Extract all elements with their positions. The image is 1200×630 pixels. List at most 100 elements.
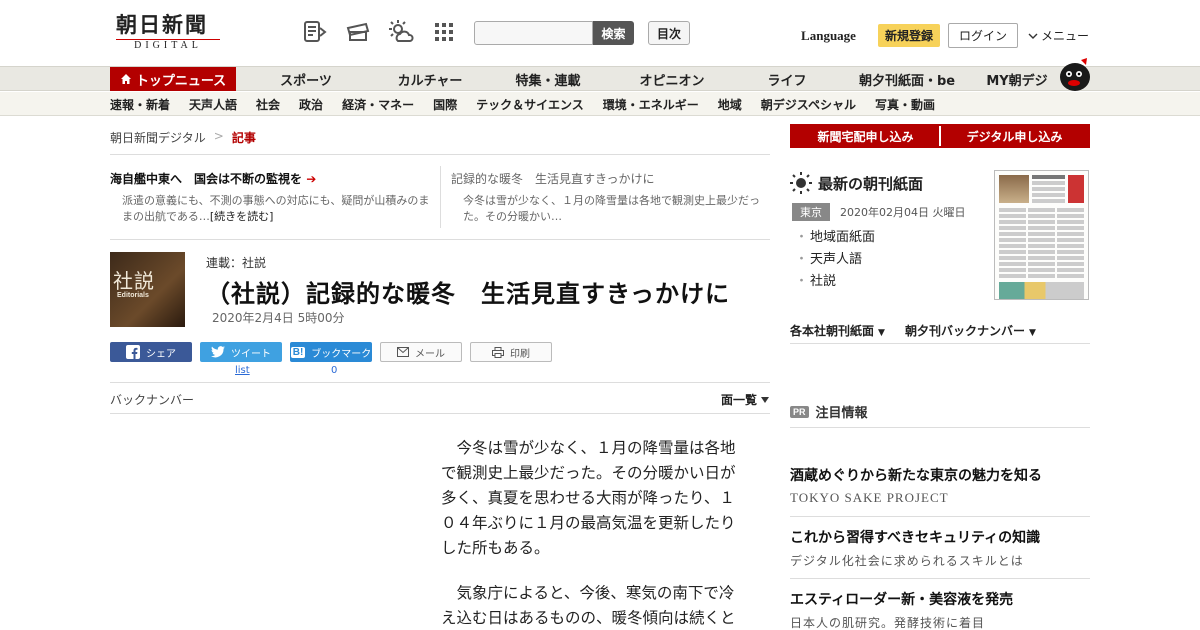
backnumber-link[interactable]: バックナンバー: [110, 391, 194, 408]
related-title: 海自艦中東へ 国会は不断の監視を ➔: [110, 170, 430, 187]
ticket-icon[interactable]: [344, 18, 372, 46]
facebook-icon: [126, 345, 140, 359]
pr-item-headline: エスティローダー新・美容液を発売: [790, 592, 1014, 608]
digital-subscribe-button[interactable]: デジタル申し込み: [941, 126, 1088, 146]
search-button[interactable]: 検索: [593, 21, 634, 45]
twitter-share-button[interactable]: ツイート: [200, 342, 282, 362]
site-header: 朝日新聞 DIGITAL 検索 目次 Language 新規登録 ログイン メニ…: [0, 0, 1200, 66]
pr-item[interactable]: これから習得すべきセキュリティの知識 デジタル化社会に求められるスキルとは: [790, 527, 1090, 569]
edition-list-icon[interactable]: [301, 18, 329, 46]
regional-paper-label: 各本社朝刊紙面: [790, 324, 875, 338]
divider: [110, 413, 770, 414]
print-label: 印刷: [510, 348, 530, 360]
nav-my-asadigi[interactable]: MY朝デジ: [972, 70, 1062, 89]
thumb-title: 社説: [113, 269, 155, 293]
editorial-thumbnail: 社説 Editorials: [110, 252, 185, 327]
hatena-bookmark-button[interactable]: B! ブックマーク: [290, 342, 372, 362]
pr-item[interactable]: 酒蔵めぐりから新たな東京の魅力を知る TOKYO SAKE PROJECT: [790, 465, 1090, 506]
divider: [110, 239, 770, 240]
logo-main-text: 朝日新聞: [116, 12, 208, 37]
mail-share-button[interactable]: メール: [380, 342, 462, 362]
nav-sports[interactable]: スポーツ: [236, 70, 376, 89]
main-nav: トップニュース スポーツ カルチャー 特集・連載 オピニオン ライフ 朝夕刊紙面…: [0, 66, 1200, 91]
search-input[interactable]: [474, 21, 593, 45]
sub-nav: 速報・新着 天声人語 社会 政治 経済・マネー 国際 テック＆サイエンス 環境・…: [0, 92, 1200, 116]
hatena-bookmark-label: ブックマーク: [311, 348, 372, 360]
home-delivery-button[interactable]: 新聞宅配申し込み: [792, 126, 941, 146]
twitter-list-link[interactable]: list: [235, 365, 250, 376]
breadcrumb-root[interactable]: 朝日新聞デジタル: [110, 129, 206, 146]
subnav-photo-video[interactable]: 写真・動画: [875, 96, 935, 113]
breadcrumb-separator: >: [213, 129, 224, 143]
related-editorial-2[interactable]: 記録的な暖冬 生活見直すきっかけに 今冬は雪が少なく、１月の降雪量は各地で観測史…: [451, 170, 769, 225]
series-label[interactable]: 連載：社説: [206, 254, 266, 271]
related-summary: 派遣の意義にも、不測の事態への対応にも、疑問が山積みのままの出航である…[続きを…: [110, 193, 430, 225]
edition-info: 東京 2020年02月04日 火曜日: [792, 203, 966, 221]
nav-paper[interactable]: 朝夕刊紙面・be: [842, 70, 972, 89]
nav-features[interactable]: 特集・連載: [484, 70, 612, 89]
login-button[interactable]: ログイン: [947, 23, 1018, 48]
page-list-dropdown[interactable]: 面一覧: [721, 391, 770, 408]
paper-link-tenseijingo[interactable]: 天声人語: [795, 249, 875, 271]
nav-top-news[interactable]: トップニュース: [110, 67, 236, 91]
subnav-tenseijingo[interactable]: 天声人語: [189, 96, 237, 113]
breadcrumb-current: 記事: [231, 131, 256, 145]
site-logo[interactable]: 朝日新聞 DIGITAL: [116, 14, 230, 51]
subnav-society[interactable]: 社会: [256, 96, 280, 113]
twitter-share-label: ツイート: [231, 348, 271, 360]
paper-front-page-thumbnail[interactable]: [994, 170, 1089, 300]
latest-paper-heading: 最新の朝刊紙面: [790, 172, 923, 194]
edition-tag: 東京: [792, 203, 830, 221]
divider: [110, 154, 770, 155]
paper-link-editorial[interactable]: 社説: [795, 271, 875, 293]
subnav-special[interactable]: 朝デジスペシャル: [761, 96, 856, 113]
regional-paper-dropdown[interactable]: 各本社朝刊紙面 ▼: [790, 322, 885, 339]
pr-item-sub: 日本人の肌研究。発酵技術に着目: [790, 616, 986, 630]
triangle-down-icon: ▼: [1028, 328, 1036, 338]
nav-culture[interactable]: カルチャー: [376, 70, 484, 89]
divider: [790, 578, 1090, 579]
share-bar: シェア ツイート B! ブックマーク メール 印刷: [110, 342, 552, 362]
subnav-region[interactable]: 地域: [718, 96, 742, 113]
read-more-link[interactable]: [続きを読む]: [210, 210, 274, 223]
subscription-buttons: 新聞宅配申し込み デジタル申し込み: [790, 124, 1090, 148]
subnav-international[interactable]: 国際: [433, 96, 457, 113]
subnav-tech[interactable]: テック＆サイエンス: [476, 96, 584, 113]
thumb-subtitle: Editorials: [117, 292, 149, 299]
subnav-economy[interactable]: 経済・マネー: [342, 96, 414, 113]
grid-apps-icon[interactable]: [430, 18, 458, 46]
language-link[interactable]: Language: [801, 28, 856, 44]
latest-paper-title[interactable]: 最新の朝刊紙面: [818, 173, 923, 194]
pr-heading: PR 注目情報: [790, 402, 868, 421]
paper-dropdowns: 各本社朝刊紙面 ▼ 朝夕刊バックナンバー ▼: [790, 322, 1036, 339]
subnav-politics[interactable]: 政治: [299, 96, 323, 113]
mascot-icon[interactable]: [1055, 56, 1093, 92]
print-button[interactable]: 印刷: [470, 342, 552, 362]
home-icon: [120, 74, 131, 84]
related-editorial-1[interactable]: 海自艦中東へ 国会は不断の監視を ➔ 派遣の意義にも、不測の事態への対応にも、疑…: [110, 170, 430, 225]
print-icon: [492, 346, 504, 358]
page-list-label: 面一覧: [721, 393, 758, 407]
register-button[interactable]: 新規登録: [877, 24, 940, 47]
paper-link-regional[interactable]: 地域面紙面: [795, 227, 875, 249]
facebook-share-button[interactable]: シェア: [110, 342, 192, 362]
nav-life[interactable]: ライフ: [732, 70, 842, 89]
pr-item[interactable]: エスティローダー新・美容液を発売 日本人の肌研究。発酵技術に着目: [790, 589, 1090, 630]
divider: [790, 516, 1090, 517]
weather-icon[interactable]: [387, 18, 415, 46]
related-summary-text: 派遣の意義にも、不測の事態への対応にも、疑問が山積みのままの出航である…: [122, 194, 430, 223]
publish-date: 2020年2月4日 5時00分: [212, 311, 345, 325]
backnumber-dropdown[interactable]: 朝夕刊バックナンバー ▼: [905, 322, 1036, 339]
nav-opinion[interactable]: オピニオン: [612, 70, 732, 89]
backnumber-dropdown-label: 朝夕刊バックナンバー: [904, 324, 1025, 338]
related-summary: 今冬は雪が少なく、１月の降雪量は各地で観測史上最少だった。その分暖かい…: [463, 194, 760, 223]
hatena-count[interactable]: 0: [331, 365, 337, 376]
subnav-breaking[interactable]: 速報・新着: [110, 96, 170, 113]
toc-button[interactable]: 目次: [648, 21, 691, 45]
pr-item-headline: これから習得すべきセキュリティの知識: [790, 530, 1041, 546]
menu-button[interactable]: メニュー: [1028, 27, 1089, 44]
divider: [790, 343, 1090, 344]
subnav-environment[interactable]: 環境・エネルギー: [603, 96, 699, 113]
hatena-icon: B!: [290, 346, 306, 358]
sun-icon: [790, 172, 812, 194]
